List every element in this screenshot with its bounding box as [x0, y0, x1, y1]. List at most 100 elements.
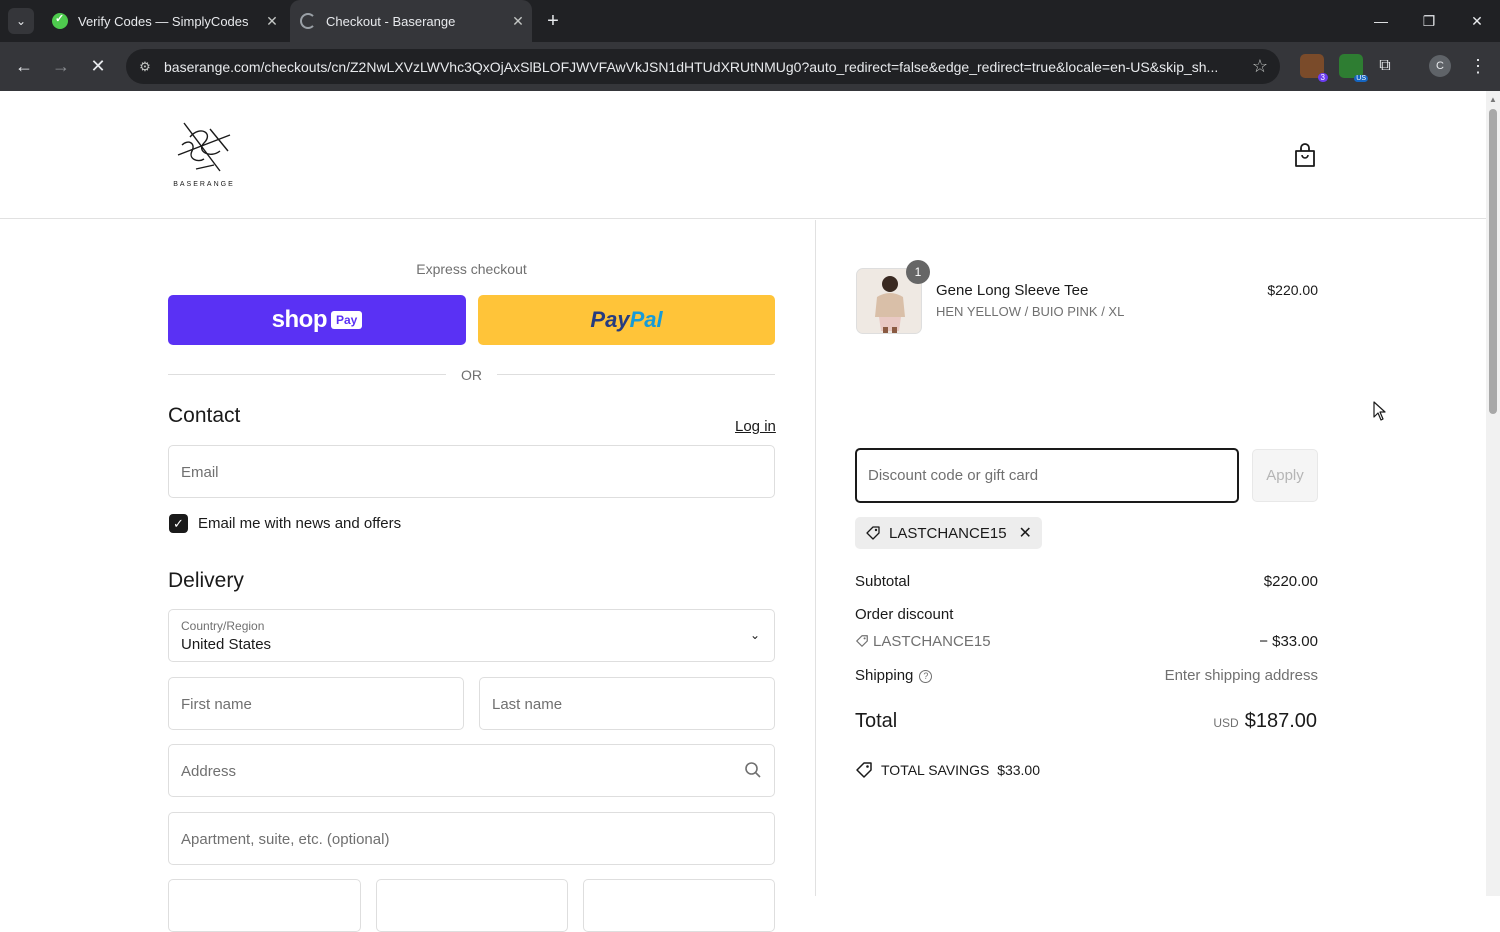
scroll-up-arrow-icon[interactable]: ▲	[1489, 95, 1497, 104]
shopping-bag-icon[interactable]	[1293, 142, 1317, 168]
subtotal-label: Subtotal	[855, 573, 911, 590]
savings-label: TOTAL SAVINGS	[881, 762, 990, 778]
total-label: Total	[855, 710, 898, 732]
or-label: OR	[461, 367, 482, 383]
email-field[interactable]: Email	[168, 445, 775, 498]
paypal-wordmark-pay: Pay	[590, 307, 630, 332]
product-price: $220.00	[1267, 282, 1318, 298]
tag-icon	[866, 526, 880, 540]
logo-mark-icon	[177, 122, 231, 172]
browser-menu-icon[interactable]: ⋮	[1464, 52, 1492, 80]
contact-heading: Contact	[168, 404, 241, 427]
search-icon	[745, 762, 761, 778]
baserange-logo[interactable]: BASERANGE	[170, 115, 238, 195]
help-icon[interactable]: ?	[919, 670, 933, 683]
tab-verify-codes[interactable]: Verify Codes — SimplyCodes ✕	[42, 0, 286, 42]
subtotal-row: Subtotal $220.00	[855, 573, 1318, 590]
checkout-form: Express checkout shop Pay Pay Pal OR Cont…	[0, 220, 815, 932]
extensions-puzzle-icon[interactable]: ⧉	[1373, 54, 1397, 78]
applied-discount-chip: LASTCHANCE15 ✕	[855, 517, 1042, 549]
extension-badge: 3	[1317, 73, 1328, 82]
first-name-field[interactable]: First name	[168, 677, 464, 730]
discount-code-input[interactable]: Discount code or gift card	[855, 448, 1239, 503]
tab-close-icon[interactable]: ✕	[258, 13, 286, 30]
total-currency: USD	[1213, 716, 1239, 730]
extension-badge: US	[1354, 75, 1368, 82]
savings-tag-icon	[856, 762, 872, 778]
bookmark-star-icon[interactable]: ☆	[1240, 56, 1280, 77]
shipping-value: Enter shipping address	[1164, 667, 1318, 684]
forward-arrow-icon[interactable]: →	[47, 52, 75, 80]
express-checkout-title: Express checkout	[416, 261, 527, 277]
last-name-field[interactable]: Last name	[479, 677, 775, 730]
total-value: $187.00	[1244, 710, 1317, 732]
tab-search-chevron-icon[interactable]: ⌄	[8, 8, 34, 34]
order-discount-label: Order discount	[855, 606, 954, 623]
extension-region-icon[interactable]: US	[1339, 54, 1368, 82]
checkout-page: BASERANGE Express checkout shop Pay Pay P…	[0, 91, 1486, 932]
login-link[interactable]: Log in	[735, 418, 776, 435]
back-arrow-icon[interactable]: ←	[10, 52, 38, 80]
discount-code-row: LASTCHANCE15 − $33.00	[855, 633, 1318, 650]
new-tab-plus-icon[interactable]: +	[540, 8, 566, 34]
shipping-row: Shipping? Enter shipping address	[855, 667, 1318, 684]
tag-icon	[856, 635, 868, 647]
minimize-icon[interactable]: —	[1358, 0, 1404, 42]
site-info-icon[interactable]: ⚙	[128, 59, 162, 75]
address-placeholder: Address	[181, 763, 237, 780]
browser-toolbar: ← → ✕ ⚙ baserange.com/checkouts/cn/Z2NwL…	[0, 42, 1500, 91]
subtotal-value: $220.00	[1263, 573, 1318, 590]
discount-code-line: LASTCHANCE15	[855, 633, 991, 650]
last-name-placeholder: Last name	[492, 696, 563, 713]
city-field[interactable]	[168, 879, 361, 932]
tab-title: Verify Codes — SimplyCodes	[78, 13, 249, 29]
site-header: BASERANGE	[0, 91, 1486, 219]
browser-tab-bar: ⌄ Verify Codes — SimplyCodes ✕ Checkout …	[0, 0, 1500, 42]
chevron-down-icon: ⌄	[749, 628, 760, 642]
or-divider: OR	[168, 365, 775, 385]
scrollbar-thumb[interactable]	[1489, 109, 1497, 414]
simplycodes-favicon-icon	[52, 12, 68, 29]
applied-code-label: LASTCHANCE15	[889, 524, 1007, 542]
mouse-cursor-icon	[1373, 401, 1386, 421]
paypal-wordmark-pal: Pal	[629, 307, 663, 332]
logo-wordmark: BASERANGE	[173, 181, 235, 188]
total-savings: TOTAL SAVINGS $33.00	[855, 761, 1040, 779]
paypal-button[interactable]: Pay Pal	[478, 295, 775, 345]
extension-coupon-icon[interactable]: 3	[1300, 54, 1328, 82]
shop-pay-button[interactable]: shop Pay	[168, 295, 466, 345]
shop-pay-chip: Pay	[330, 311, 363, 329]
profile-avatar[interactable]: C	[1429, 55, 1451, 77]
country-value: United States	[181, 636, 272, 653]
restore-icon[interactable]: ❐	[1406, 0, 1452, 42]
stop-loading-icon[interactable]: ✕	[84, 52, 112, 80]
product-name: Gene Long Sleeve Tee	[936, 282, 1089, 299]
order-summary: 1 Gene Long Sleeve Tee HEN YELLOW / BUIO…	[815, 220, 1486, 896]
window-close-icon[interactable]: ✕	[1454, 0, 1500, 42]
loading-spinner-icon	[300, 13, 316, 29]
newsletter-checkbox[interactable]: ✓	[169, 514, 188, 533]
newsletter-label: Email me with news and offers	[198, 515, 402, 532]
address-field[interactable]: Address	[168, 744, 775, 797]
discount-placeholder: Discount code or gift card	[868, 467, 1039, 484]
discount-code-name: LASTCHANCE15	[873, 633, 991, 650]
apartment-field[interactable]: Apartment, suite, etc. (optional)	[168, 812, 775, 865]
state-field[interactable]	[376, 879, 568, 932]
tab-close-icon[interactable]: ✕	[504, 13, 532, 30]
remove-discount-icon[interactable]: ✕	[1019, 523, 1032, 543]
country-label: Country/Region	[181, 619, 265, 633]
email-placeholder: Email	[181, 464, 219, 481]
apply-discount-button[interactable]: Apply	[1252, 449, 1318, 502]
country-select[interactable]: Country/Region United States ⌄	[168, 609, 775, 662]
page-scrollbar[interactable]: ▲	[1486, 91, 1500, 896]
address-bar[interactable]: ⚙ baserange.com/checkouts/cn/Z2NwLXVzLWV…	[126, 49, 1280, 84]
delivery-heading: Delivery	[168, 569, 244, 592]
quantity-badge: 1	[906, 260, 930, 284]
order-discount-row: Order discount	[855, 606, 1318, 623]
url-text[interactable]: baserange.com/checkouts/cn/Z2NwLXVzLWVhc…	[162, 59, 1240, 75]
savings-value: $33.00	[997, 762, 1041, 778]
discount-value: − $33.00	[1259, 633, 1318, 650]
first-name-placeholder: First name	[181, 696, 252, 713]
zip-field[interactable]	[583, 879, 775, 932]
tab-checkout[interactable]: Checkout - Baserange ✕	[290, 0, 532, 42]
